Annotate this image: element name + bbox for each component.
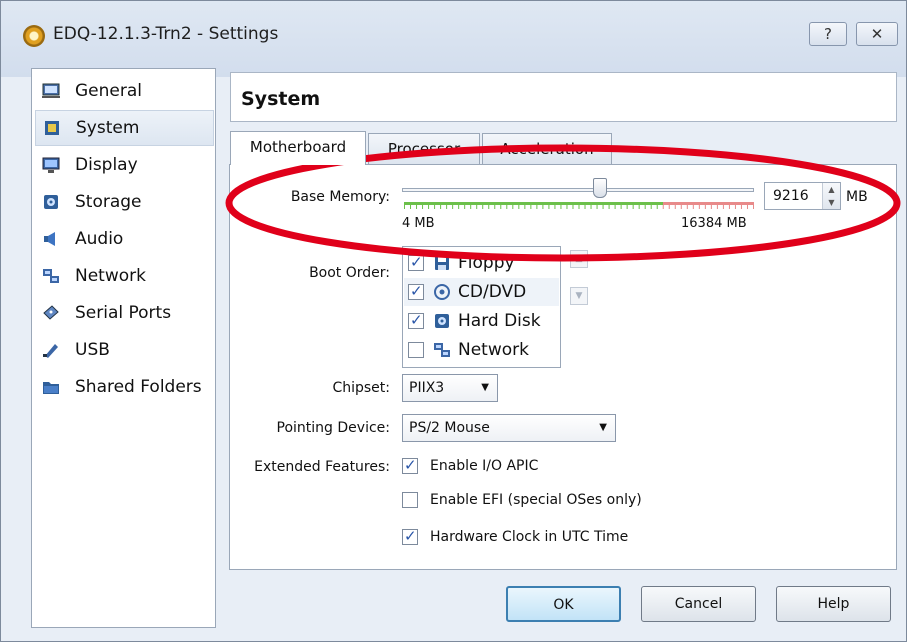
sidebar-item-label: Storage <box>75 192 142 212</box>
monitor-icon <box>41 156 61 174</box>
feature-label: Enable I/O APIC <box>430 458 539 474</box>
memory-min-label: 4 MB <box>402 216 435 231</box>
sidebar-item-label: Display <box>75 155 138 175</box>
pointing-device-value: PS/2 Mouse <box>409 420 490 436</box>
chevron-down-icon: ▼ <box>481 382 489 393</box>
sidebar-item-label: System <box>76 118 140 138</box>
boot-order-list[interactable]: Floppy CD/DVD Hard Disk <box>402 246 561 368</box>
boot-item-label: Floppy <box>458 253 515 273</box>
settings-page: System Motherboard Processor Acceleratio… <box>226 68 901 573</box>
sidebar-item-display[interactable]: Display <box>35 147 214 183</box>
boot-network-checkbox[interactable] <box>408 342 424 358</box>
pointing-device-label: Pointing Device: <box>276 420 390 436</box>
sidebar-item-network[interactable]: Network <box>35 258 214 294</box>
cancel-button[interactable]: Cancel <box>641 586 756 622</box>
sidebar-item-label: Shared Folders <box>75 377 202 397</box>
feature-utc-clock[interactable]: Hardware Clock in UTC Time <box>402 527 629 545</box>
cd-icon <box>432 283 452 301</box>
motherboard-panel <box>229 164 897 570</box>
title-help-button[interactable]: ? <box>809 22 847 46</box>
sidebar-item-label: General <box>75 81 142 101</box>
step-down-icon[interactable]: ▼ <box>823 196 840 209</box>
floppy-icon <box>432 254 452 272</box>
page-title: System <box>241 88 321 110</box>
extended-features-label: Extended Features: <box>254 459 390 475</box>
chipset-value: PIIX3 <box>409 380 445 396</box>
virtualbox-gear-icon <box>23 25 45 47</box>
boot-hdd-checkbox[interactable] <box>408 311 424 329</box>
sidebar-item-shared-folders[interactable]: Shared Folders <box>35 369 214 405</box>
sidebar-item-label: Serial Ports <box>75 303 172 323</box>
sidebar-item-general[interactable]: General <box>35 73 214 109</box>
memory-slider-scale <box>404 202 754 209</box>
boot-item-hard-disk[interactable]: Hard Disk <box>408 307 541 335</box>
boot-item-network[interactable]: Network <box>408 336 529 364</box>
feature-label: Hardware Clock in UTC Time <box>430 529 629 545</box>
move-down-icon[interactable]: ▼ <box>570 287 588 305</box>
feature-label: Enable EFI (special OSes only) <box>430 492 642 508</box>
chevron-down-icon: ▼ <box>599 422 607 433</box>
efi-checkbox[interactable] <box>402 492 418 508</box>
memory-spinbox[interactable]: 9216 ▲ ▼ <box>764 182 841 210</box>
memory-stepper[interactable]: ▲ ▼ <box>822 183 840 209</box>
window-title: EDQ-12.1.3-Trn2 - Settings <box>53 24 279 44</box>
page-title-box: System <box>230 72 897 122</box>
folder-icon <box>41 378 61 396</box>
tab-acceleration[interactable]: Acceleration <box>482 133 612 164</box>
memory-max-label: 16384 MB <box>681 216 747 231</box>
sidebar-item-label: Network <box>75 266 146 286</box>
pointing-device-select[interactable]: PS/2 Mouse ▼ <box>402 414 616 442</box>
serial-icon <box>41 304 61 322</box>
feature-io-apic[interactable]: Enable I/O APIC <box>402 456 539 474</box>
step-up-icon[interactable]: ▲ <box>823 183 840 196</box>
boot-item-cd-dvd[interactable]: CD/DVD <box>404 278 559 306</box>
boot-cd-checkbox[interactable] <box>408 282 424 300</box>
computer-icon <box>41 82 61 100</box>
boot-item-label: Network <box>458 340 529 360</box>
tab-motherboard[interactable]: Motherboard <box>230 131 366 165</box>
network-icon <box>432 341 452 359</box>
move-up-icon[interactable]: ▲ <box>570 250 588 268</box>
chipset-label: Chipset: <box>332 380 390 396</box>
help-button[interactable]: Help <box>776 586 891 622</box>
title-close-button[interactable]: ✕ <box>856 22 898 46</box>
ok-button[interactable]: OK <box>506 586 621 622</box>
tab-processor[interactable]: Processor <box>368 133 480 164</box>
chip-icon <box>42 119 62 137</box>
title-bar: EDQ-12.1.3-Trn2 - Settings ? ✕ <box>1 1 906 77</box>
io-apic-checkbox[interactable] <box>402 456 418 474</box>
speaker-icon <box>41 230 61 248</box>
sidebar-item-label: Audio <box>75 229 124 249</box>
memory-value[interactable]: 9216 <box>773 188 809 204</box>
hard-disk-icon <box>432 312 452 330</box>
sidebar-item-serial-ports[interactable]: Serial Ports <box>35 295 214 331</box>
memory-slider-track[interactable] <box>402 188 754 192</box>
boot-item-label: CD/DVD <box>458 282 527 302</box>
disk-icon <box>41 193 61 211</box>
boot-item-floppy[interactable]: Floppy <box>408 249 515 277</box>
sidebar-item-usb[interactable]: USB <box>35 332 214 368</box>
base-memory-label: Base Memory: <box>290 189 390 205</box>
settings-window: EDQ-12.1.3-Trn2 - Settings ? ✕ General S… <box>0 0 907 642</box>
usb-icon <box>41 341 61 359</box>
sidebar-item-storage[interactable]: Storage <box>35 184 214 220</box>
memory-slider-thumb[interactable] <box>593 178 607 198</box>
boot-item-label: Hard Disk <box>458 311 541 331</box>
memory-unit: MB <box>846 189 868 205</box>
settings-sidebar: General System Display Storage Audio Net… <box>31 68 216 628</box>
sidebar-item-label: USB <box>75 340 110 360</box>
boot-floppy-checkbox[interactable] <box>408 253 424 271</box>
sidebar-item-system[interactable]: System <box>35 110 214 146</box>
feature-efi[interactable]: Enable EFI (special OSes only) <box>402 492 642 508</box>
sidebar-item-audio[interactable]: Audio <box>35 221 214 257</box>
boot-order-label: Boot Order: <box>309 265 390 281</box>
utc-clock-checkbox[interactable] <box>402 527 418 545</box>
chipset-select[interactable]: PIIX3 ▼ <box>402 374 498 402</box>
network-icon <box>41 267 61 285</box>
